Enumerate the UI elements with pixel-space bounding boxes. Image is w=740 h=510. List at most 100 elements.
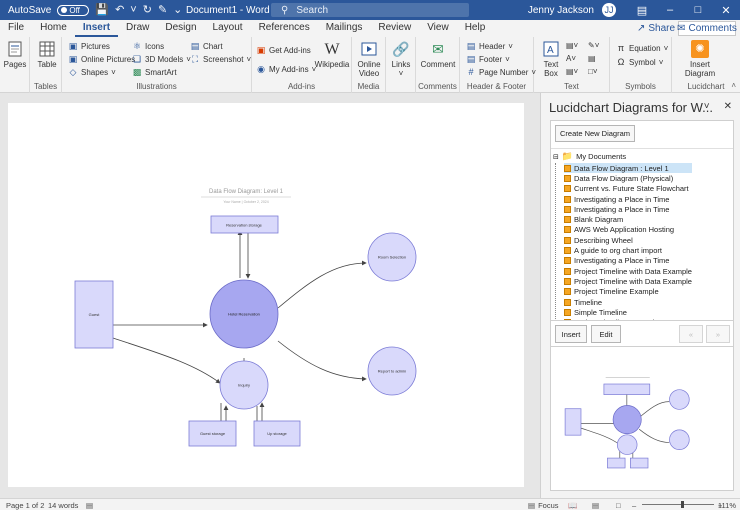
tree-item[interactable]: Simple Timeline: [564, 307, 692, 317]
collapse-ribbon-icon[interactable]: ˄: [731, 81, 736, 90]
wikipedia-button[interactable]: W Wikipedia: [315, 40, 350, 69]
web-layout-icon[interactable]: □: [616, 499, 621, 510]
search-box[interactable]: ⚲ Search: [271, 3, 469, 17]
maximize-icon[interactable]: □: [684, 4, 712, 16]
draw-icon[interactable]: ✎: [158, 4, 167, 16]
chart-button[interactable]: ▤ Chart: [190, 41, 223, 51]
chevron-down-icon[interactable]: ˅: [704, 101, 710, 112]
tree-item[interactable]: Blank Diagram: [564, 214, 692, 224]
tab-layout[interactable]: Layout: [205, 20, 251, 37]
tab-file[interactable]: File: [0, 20, 32, 37]
page-count[interactable]: Page 1 of 2: [6, 499, 44, 510]
header-button[interactable]: ▤ Header ˅: [466, 41, 513, 51]
quick-parts-icon[interactable]: ▤˅: [566, 41, 578, 50]
tab-insert[interactable]: Insert: [74, 20, 119, 37]
share-button[interactable]: ↗ Share: [637, 22, 675, 35]
tree-item[interactable]: Project Timeline Example: [564, 287, 692, 297]
tree-item[interactable]: Investigating a Place in Time: [564, 194, 692, 204]
my-addins-button[interactable]: ◉ My Add-ins ˅: [256, 64, 316, 74]
symbol-button[interactable]: Ω Symbol ˅: [616, 57, 664, 67]
signature-line-icon[interactable]: ✎˅: [588, 41, 599, 50]
zoom-slider-thumb[interactable]: [680, 501, 684, 508]
drop-cap-icon[interactable]: ▤˅: [566, 67, 578, 76]
chevron-down-icon[interactable]: ˅: [130, 4, 136, 16]
customize-toolbar-icon[interactable]: ⌄: [173, 4, 182, 16]
tree-item[interactable]: Data Flow Diagram (Physical): [564, 173, 692, 183]
screenshot-button[interactable]: ⛶ Screenshot ˅: [190, 54, 251, 64]
tree-item[interactable]: AWS Web Application Hosting: [564, 225, 692, 235]
tree-item[interactable]: A guide to org chart import: [564, 245, 692, 255]
date-time-icon[interactable]: ▤: [588, 54, 596, 63]
edit-diagram-button[interactable]: Edit: [591, 325, 621, 343]
icons-button[interactable]: ⚛ Icons: [132, 41, 164, 51]
tab-view[interactable]: View: [419, 20, 457, 37]
wordart-icon[interactable]: A˅: [566, 54, 576, 63]
read-mode-icon[interactable]: 📖: [568, 499, 577, 510]
object-icon[interactable]: □˅: [588, 67, 598, 76]
online-video-button[interactable]: Online Video: [356, 40, 382, 78]
pages-button[interactable]: Pages: [4, 40, 26, 69]
data-flow-diagram[interactable]: Data Flow Diagram: Level 1 Your Name | O…: [8, 103, 524, 487]
autosave-toggle[interactable]: Off: [57, 4, 90, 16]
tree-item[interactable]: Current vs. Future State Flowchart: [564, 184, 692, 194]
tree-item[interactable]: Investigating a Place in Time: [564, 204, 692, 214]
table-button[interactable]: Table: [36, 40, 58, 69]
redo-icon[interactable]: ↻: [143, 4, 152, 16]
close-pane-icon[interactable]: ✕: [724, 101, 732, 112]
tree-item[interactable]: Timeline: [564, 297, 692, 307]
online-pictures-label: Online Pictures: [81, 54, 136, 64]
collapse-icon[interactable]: ⊟: [553, 153, 559, 161]
print-layout-icon[interactable]: ▤: [592, 499, 599, 510]
tab-home[interactable]: Home: [32, 20, 75, 37]
document-page[interactable]: Data Flow Diagram: Level 1 Your Name | O…: [8, 103, 524, 487]
tree-item[interactable]: Describing Wheel: [564, 235, 692, 245]
user-name[interactable]: Jenny Jackson: [528, 5, 594, 16]
pictures-button[interactable]: ▣ Pictures: [68, 41, 110, 51]
zoom-out-icon[interactable]: –: [632, 499, 636, 510]
tree-item[interactable]: Project Timeline with Data Example: [564, 266, 692, 276]
pane-controls: ˅ ✕: [704, 101, 732, 112]
save-icon[interactable]: 💾: [95, 4, 109, 16]
tab-draw[interactable]: Draw: [118, 20, 157, 37]
ribbon-display-icon[interactable]: ▤: [628, 4, 656, 17]
shapes-button[interactable]: ◇ Shapes ˅: [68, 67, 116, 77]
document-tree[interactable]: ⊟ 📁 My Documents Data Flow Diagram : Lev…: [551, 148, 733, 321]
tab-references[interactable]: References: [251, 20, 318, 37]
word-count[interactable]: 14 words: [48, 499, 78, 510]
minimize-icon[interactable]: –: [656, 4, 684, 16]
share-label: Share: [648, 23, 676, 34]
3d-models-button[interactable]: ❑ 3D Models ˅: [132, 54, 191, 64]
previous-page-button[interactable]: «: [679, 325, 703, 343]
zoom-slider[interactable]: [642, 501, 714, 508]
online-pictures-button[interactable]: ▣ Online Pictures: [68, 54, 136, 64]
equation-button[interactable]: π Equation ˅: [616, 43, 668, 53]
undo-icon[interactable]: ↶: [115, 4, 124, 16]
comments-button[interactable]: ✉ Comments: [677, 21, 737, 36]
create-new-diagram-button[interactable]: Create New Diagram: [555, 125, 635, 142]
zoom-level[interactable]: 111%: [716, 499, 736, 510]
proofing-icon[interactable]: ▤: [86, 499, 93, 510]
reservation-storage-label: Reservation storage: [226, 223, 263, 228]
text-box-button[interactable]: A Text Box: [538, 40, 564, 78]
ribbon-tabs: File Home Insert Draw Design Layout Refe…: [0, 20, 740, 37]
insert-diagram-button[interactable]: ✺ Insert Diagram: [680, 40, 720, 78]
page-number-button[interactable]: # Page Number ˅: [466, 67, 536, 77]
tab-mailings[interactable]: Mailings: [318, 20, 371, 37]
insert-diagram-pane-button[interactable]: Insert: [555, 325, 587, 343]
next-page-button[interactable]: »: [706, 325, 730, 343]
tree-root-folder[interactable]: ⊟ 📁 My Documents: [553, 151, 626, 162]
footer-button[interactable]: ▤ Footer ˅: [466, 54, 510, 64]
close-icon[interactable]: ✕: [712, 4, 740, 17]
smartart-button[interactable]: ▩ SmartArt: [132, 67, 177, 77]
focus-button[interactable]: ▤ Focus: [528, 499, 559, 510]
tree-item[interactable]: Data Flow Diagram : Level 1: [564, 163, 692, 174]
tab-help[interactable]: Help: [457, 20, 494, 37]
comment-button[interactable]: ✉ Comment: [420, 40, 456, 70]
links-button[interactable]: 🔗 Links ˅: [389, 40, 413, 79]
tab-review[interactable]: Review: [370, 20, 419, 37]
tree-item[interactable]: Project Timeline with Data Example: [564, 276, 692, 286]
get-addins-button[interactable]: ▣ Get Add-ins: [256, 45, 311, 55]
avatar[interactable]: JJ: [602, 3, 616, 17]
tab-design[interactable]: Design: [157, 20, 204, 37]
tree-item[interactable]: Investigating a Place in Time: [564, 256, 692, 266]
